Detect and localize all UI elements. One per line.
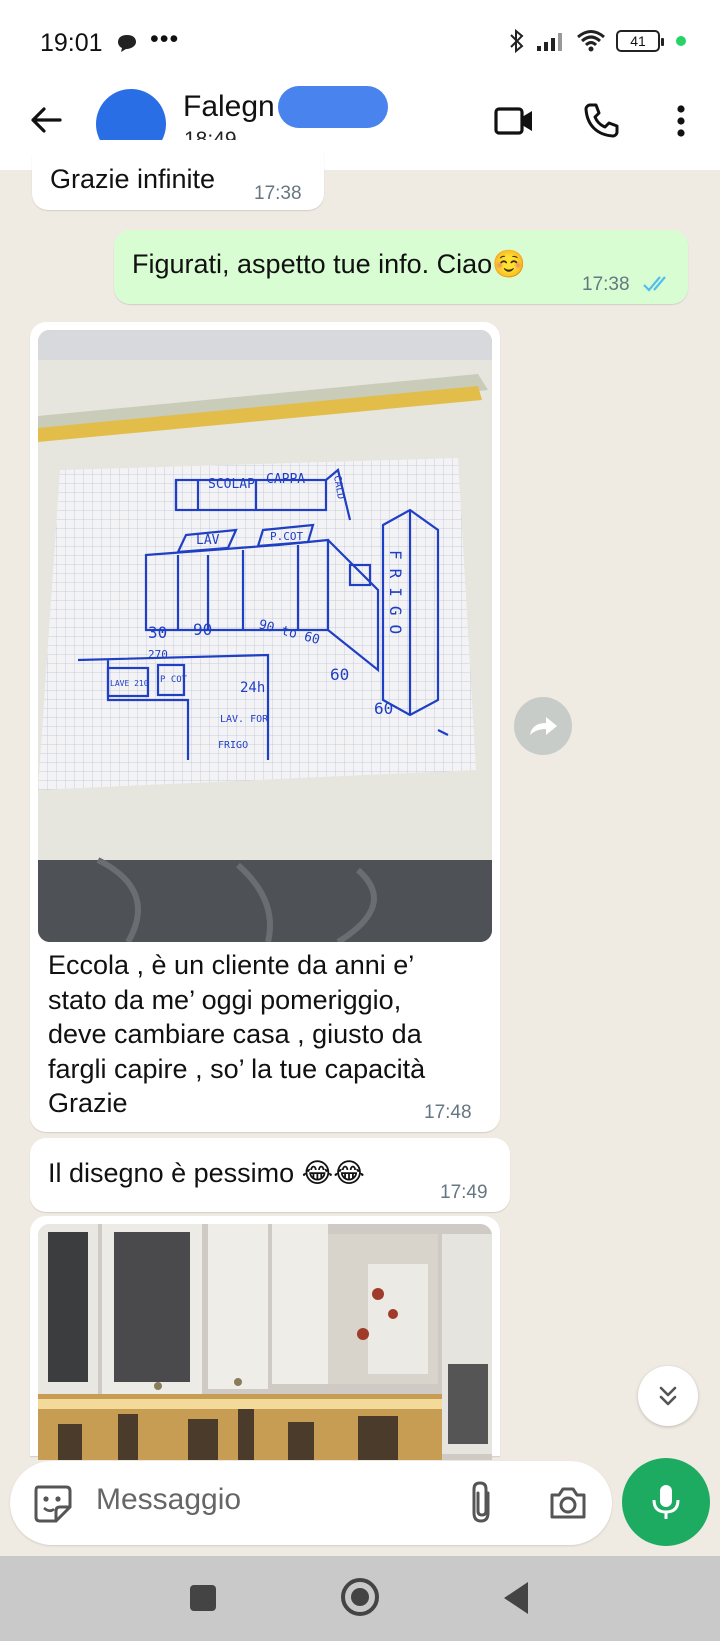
caption-line: Eccola , è un cliente da anni e’ <box>48 950 415 980</box>
sketch-label-lav: LAV <box>196 533 220 548</box>
message-time: 17:48 <box>424 1102 472 1123</box>
overflow-dots: ••• <box>150 25 180 53</box>
more-vert-icon[interactable] <box>664 98 698 144</box>
caption-line: fargli capire , so’ la tue capacità <box>48 1053 426 1084</box>
forward-button[interactable] <box>514 697 572 755</box>
image-message-bubble[interactable] <box>30 1216 500 1460</box>
caption-line: Grazie <box>48 1088 128 1118</box>
message-text: Figurati, aspetto tue info. Ciao☺️ <box>132 249 526 279</box>
sketch-label-frigo: FRIGO <box>218 740 248 751</box>
sketch-label-scolap: SCOLAP <box>208 477 255 492</box>
contact-name[interactable]: Falegn <box>183 90 275 124</box>
message-time: 17:38 <box>254 183 302 204</box>
name-redaction <box>278 86 388 128</box>
video-call-icon[interactable] <box>492 98 538 144</box>
recents-button[interactable] <box>190 1585 216 1611</box>
sketch-label-lave: LAVE 210 <box>110 679 149 688</box>
signal-icon <box>537 33 562 51</box>
sketch-label-90: 90 <box>193 620 212 639</box>
sticker-icon[interactable] <box>30 1481 74 1525</box>
sketch-label-pcot2: P COT <box>160 675 188 685</box>
kitchen-photo-drawing <box>38 1224 492 1460</box>
wifi-icon <box>577 30 605 52</box>
sketch-label-frigo-vertical: FRIGO <box>386 550 405 643</box>
camera-icon[interactable] <box>546 1481 590 1525</box>
battery-icon: 41 <box>616 30 664 52</box>
message-composer: Messaggio <box>10 1461 612 1545</box>
sketch-label-cappa: CAPPA <box>266 472 305 487</box>
kitchen-photo[interactable] <box>38 1224 492 1460</box>
phone-icon[interactable] <box>578 98 624 144</box>
privacy-dot <box>676 36 686 46</box>
image-caption: Eccola , è un cliente da anni e’ stato d… <box>48 948 488 1121</box>
message-text: Il disegno è pessimo 😂😂 <box>48 1158 365 1188</box>
sketch-label-pcot: P.COT <box>270 530 303 543</box>
home-button[interactable] <box>341 1578 379 1616</box>
message-text: Grazie infinite <box>50 164 216 194</box>
message-input[interactable]: Messaggio <box>96 1483 241 1517</box>
message-bubble-incoming[interactable]: Il disegno è pessimo 😂😂 17:49 <box>30 1138 510 1212</box>
status-icons: 41 <box>508 28 686 54</box>
bluetooth-icon <box>510 28 524 54</box>
chat-bubble-icon <box>118 35 136 52</box>
message-bubble-incoming[interactable]: Grazie infinite 17:38 <box>32 140 324 210</box>
message-time: 17:38 <box>582 274 630 295</box>
status-bar: 19:01 ••• 41 <box>0 0 720 84</box>
scroll-to-bottom-button[interactable] <box>638 1366 698 1426</box>
system-nav-bar <box>0 1556 720 1641</box>
status-time: 19:01 <box>40 29 103 57</box>
battery-level: 41 <box>630 33 646 49</box>
message-time: 17:49 <box>440 1182 488 1203</box>
sketch-label-24h: 24h <box>240 680 265 696</box>
sketch-label-60a: 60 <box>330 665 349 684</box>
forward-icon <box>530 717 557 735</box>
sketch-photo[interactable]: SCOLAP CAPPA CALD LAV P.COT FRIGO 30 90 … <box>38 330 492 942</box>
sketch-label-270: 270 <box>148 648 168 661</box>
sketch-label-lav-for: LAV. FOR <box>220 714 269 725</box>
double-chevron-down-icon <box>659 1386 677 1406</box>
message-bubble-outgoing[interactable]: Figurati, aspetto tue info. Ciao☺️ 17:38 <box>114 230 688 304</box>
back-arrow-icon[interactable] <box>26 100 66 140</box>
read-receipt-icon <box>643 276 666 292</box>
mic-icon <box>652 1485 680 1519</box>
caption-line: stato da me’ oggi pomeriggio, <box>48 984 402 1015</box>
system-back-button[interactable] <box>504 1582 528 1614</box>
image-message-bubble[interactable]: SCOLAP CAPPA CALD LAV P.COT FRIGO 30 90 … <box>30 322 500 1132</box>
sketch-label-60b: 60 <box>374 699 393 718</box>
mic-button[interactable] <box>622 1458 710 1546</box>
sketch-label-30: 30 <box>148 623 167 642</box>
attach-icon[interactable] <box>462 1479 502 1525</box>
caption-line: deve cambiare casa , giusto da <box>48 1019 422 1049</box>
sketch-photo-drawing: SCOLAP CAPPA CALD LAV P.COT FRIGO 30 90 … <box>38 330 492 942</box>
